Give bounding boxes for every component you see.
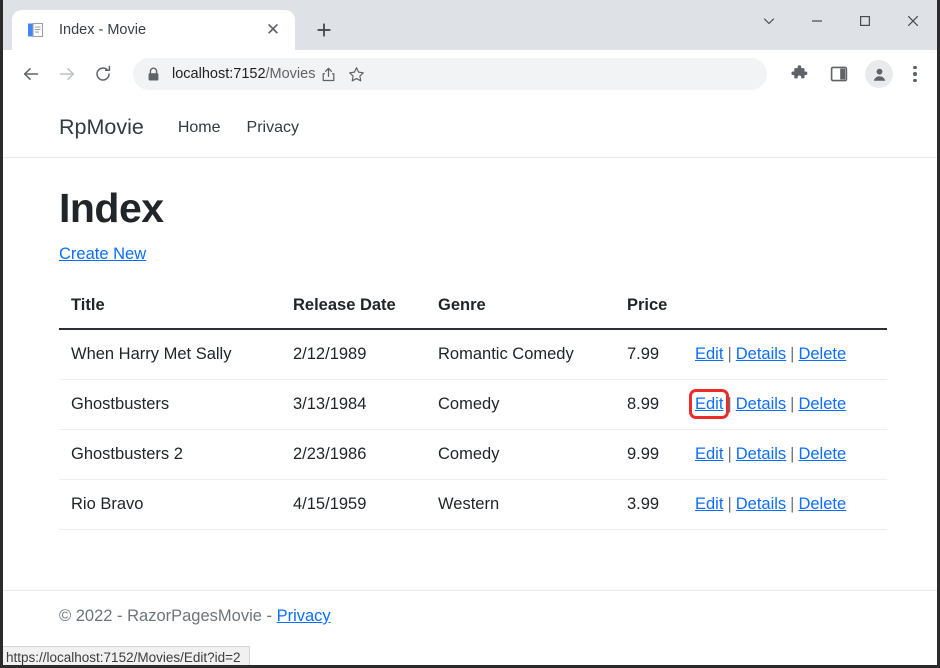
delete-link[interactable]: Delete [798, 445, 846, 463]
action-separator: | [723, 495, 735, 513]
browser-tab[interactable]: Index - Movie ✕ [12, 10, 295, 50]
table-body: When Harry Met Sally2/12/1989Romantic Co… [59, 329, 887, 530]
site-navbar: RpMovie Home Privacy [3, 98, 937, 158]
footer-text: © 2022 - RazorPagesMovie - Privacy [59, 607, 331, 625]
url-text: localhost:7152/Movies [172, 66, 315, 82]
table-header-row: Title Release Date Genre Price [59, 290, 887, 329]
table-row: When Harry Met Sally2/12/1989Romantic Co… [59, 329, 887, 380]
nav-link-home[interactable]: Home [178, 119, 221, 137]
table-row: Ghostbusters 22/23/1986Comedy9.99Edit|De… [59, 430, 887, 480]
action-separator: | [786, 495, 798, 513]
cell-actions: Edit|Details|Delete [683, 380, 887, 430]
edit-link[interactable]: Edit [695, 395, 723, 413]
site-brand[interactable]: RpMovie [59, 115, 144, 140]
table-row: Rio Bravo4/15/1959Western3.99Edit|Detail… [59, 480, 887, 530]
column-header-genre: Genre [426, 290, 615, 329]
maximize-icon[interactable] [841, 0, 889, 42]
cell-price: 3.99 [615, 480, 683, 530]
action-separator: | [723, 345, 735, 363]
url-path: /Movies [266, 66, 316, 82]
cell-price: 7.99 [615, 329, 683, 380]
tab-title: Index - Movie [59, 22, 261, 38]
window-controls [745, 0, 937, 42]
action-separator: | [723, 445, 735, 463]
cell-title: Rio Bravo [59, 480, 281, 530]
column-header-title: Title [59, 290, 281, 329]
puzzle-piece-icon[interactable] [783, 58, 815, 90]
close-icon[interactable] [889, 0, 937, 42]
cell-title: Ghostbusters [59, 380, 281, 430]
browser-window: Index - Movie ✕ [0, 0, 940, 668]
tab-strip: Index - Movie ✕ [3, 0, 937, 50]
cell-release-date: 2/23/1986 [281, 430, 426, 480]
edit-link[interactable]: Edit [695, 445, 723, 463]
back-arrow-icon[interactable] [13, 56, 49, 92]
delete-link[interactable]: Delete [798, 395, 846, 413]
status-bubble: https://localhost:7152/Movies/Edit?id=2 [3, 646, 250, 665]
page-title: Index [59, 186, 881, 231]
cell-title: When Harry Met Sally [59, 329, 281, 380]
footer-copyright: © 2022 - RazorPagesMovie - [59, 607, 277, 625]
profile-avatar-icon[interactable] [865, 60, 893, 88]
action-separator: | [723, 395, 735, 413]
document-icon [26, 21, 45, 40]
url-host: localhost:7152 [172, 66, 266, 82]
address-bar[interactable]: localhost:7152/Movies [133, 58, 767, 90]
movies-table: Title Release Date Genre Price When Harr… [59, 290, 887, 530]
cell-price: 9.99 [615, 430, 683, 480]
reload-icon[interactable] [85, 56, 121, 92]
footer-privacy-link[interactable]: Privacy [277, 607, 331, 625]
three-dot-menu-icon[interactable] [901, 58, 929, 90]
cell-actions: Edit|Details|Delete [683, 480, 887, 530]
side-panel-icon[interactable] [823, 58, 855, 90]
column-header-actions [683, 290, 887, 329]
cell-actions: Edit|Details|Delete [683, 430, 887, 480]
share-icon[interactable] [313, 59, 343, 89]
delete-link[interactable]: Delete [798, 495, 846, 513]
action-separator: | [786, 395, 798, 413]
cell-genre: Western [426, 480, 615, 530]
details-link[interactable]: Details [736, 345, 786, 363]
chevron-down-icon[interactable] [745, 0, 793, 42]
cell-release-date: 3/13/1984 [281, 380, 426, 430]
details-link[interactable]: Details [736, 495, 786, 513]
column-header-release-date: Release Date [281, 290, 426, 329]
edit-link[interactable]: Edit [695, 345, 723, 363]
close-icon[interactable]: ✕ [261, 18, 285, 42]
cell-release-date: 4/15/1959 [281, 480, 426, 530]
cell-genre: Comedy [426, 430, 615, 480]
browser-toolbar: localhost:7152/Movies [3, 50, 937, 98]
cell-genre: Comedy [426, 380, 615, 430]
forward-arrow-icon [49, 56, 85, 92]
create-new-link[interactable]: Create New [59, 245, 146, 264]
nav-link-privacy[interactable]: Privacy [247, 119, 299, 137]
cell-actions: Edit|Details|Delete [683, 329, 887, 380]
action-separator: | [786, 345, 798, 363]
cell-title: Ghostbusters 2 [59, 430, 281, 480]
edit-link[interactable]: Edit [695, 495, 723, 513]
cell-price: 8.99 [615, 380, 683, 430]
column-header-price: Price [615, 290, 683, 329]
minimize-icon[interactable] [793, 0, 841, 42]
details-link[interactable]: Details [736, 445, 786, 463]
delete-link[interactable]: Delete [798, 345, 846, 363]
cell-release-date: 2/12/1989 [281, 329, 426, 380]
table-row: Ghostbusters3/13/1984Comedy8.99Edit|Deta… [59, 380, 887, 430]
table-head: Title Release Date Genre Price [59, 290, 887, 329]
action-separator: | [786, 445, 798, 463]
details-link[interactable]: Details [736, 395, 786, 413]
star-icon[interactable] [341, 59, 371, 89]
lock-icon [147, 67, 160, 82]
main-content: Index Create New Title Release Date Genr… [3, 158, 937, 590]
new-tab-button[interactable] [308, 14, 340, 46]
cell-genre: Romantic Comedy [426, 329, 615, 380]
page-viewport: RpMovie Home Privacy Index Create New Ti… [3, 98, 937, 665]
